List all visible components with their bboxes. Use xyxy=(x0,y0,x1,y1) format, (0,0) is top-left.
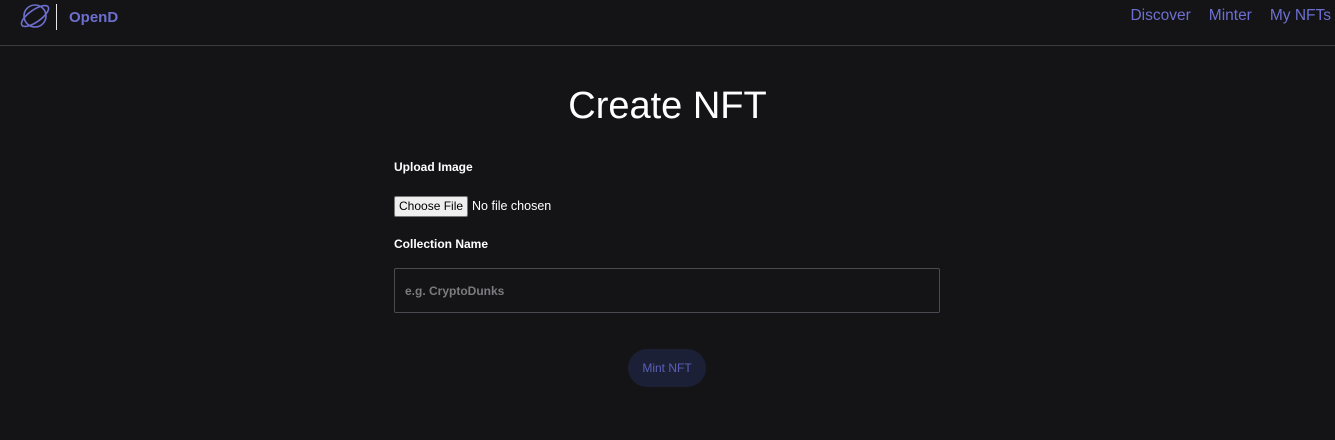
file-status-text: No file chosen xyxy=(472,199,552,213)
top-navbar: OpenD Discover Minter My NFTs xyxy=(0,0,1335,46)
page-title: Create NFT xyxy=(568,85,767,127)
file-upload-control: Choose File No file chosen xyxy=(394,196,551,217)
nav-my-nfts-link[interactable]: My NFTs xyxy=(1270,7,1331,25)
nav-minter-link[interactable]: Minter xyxy=(1209,7,1252,25)
logo-divider xyxy=(56,4,57,30)
nav-discover-link[interactable]: Discover xyxy=(1130,7,1190,25)
choose-file-button[interactable]: Choose File xyxy=(394,196,469,217)
brand-name[interactable]: OpenD xyxy=(69,9,118,27)
collection-name-input[interactable] xyxy=(394,268,940,313)
upload-image-label: Upload Image xyxy=(394,160,473,174)
collection-name-label: Collection Name xyxy=(394,237,489,251)
mint-nft-button[interactable]: Mint NFT xyxy=(628,349,706,387)
planet-ring-icon[interactable] xyxy=(18,0,52,32)
nav-links: Discover Minter My NFTs xyxy=(1130,7,1331,25)
